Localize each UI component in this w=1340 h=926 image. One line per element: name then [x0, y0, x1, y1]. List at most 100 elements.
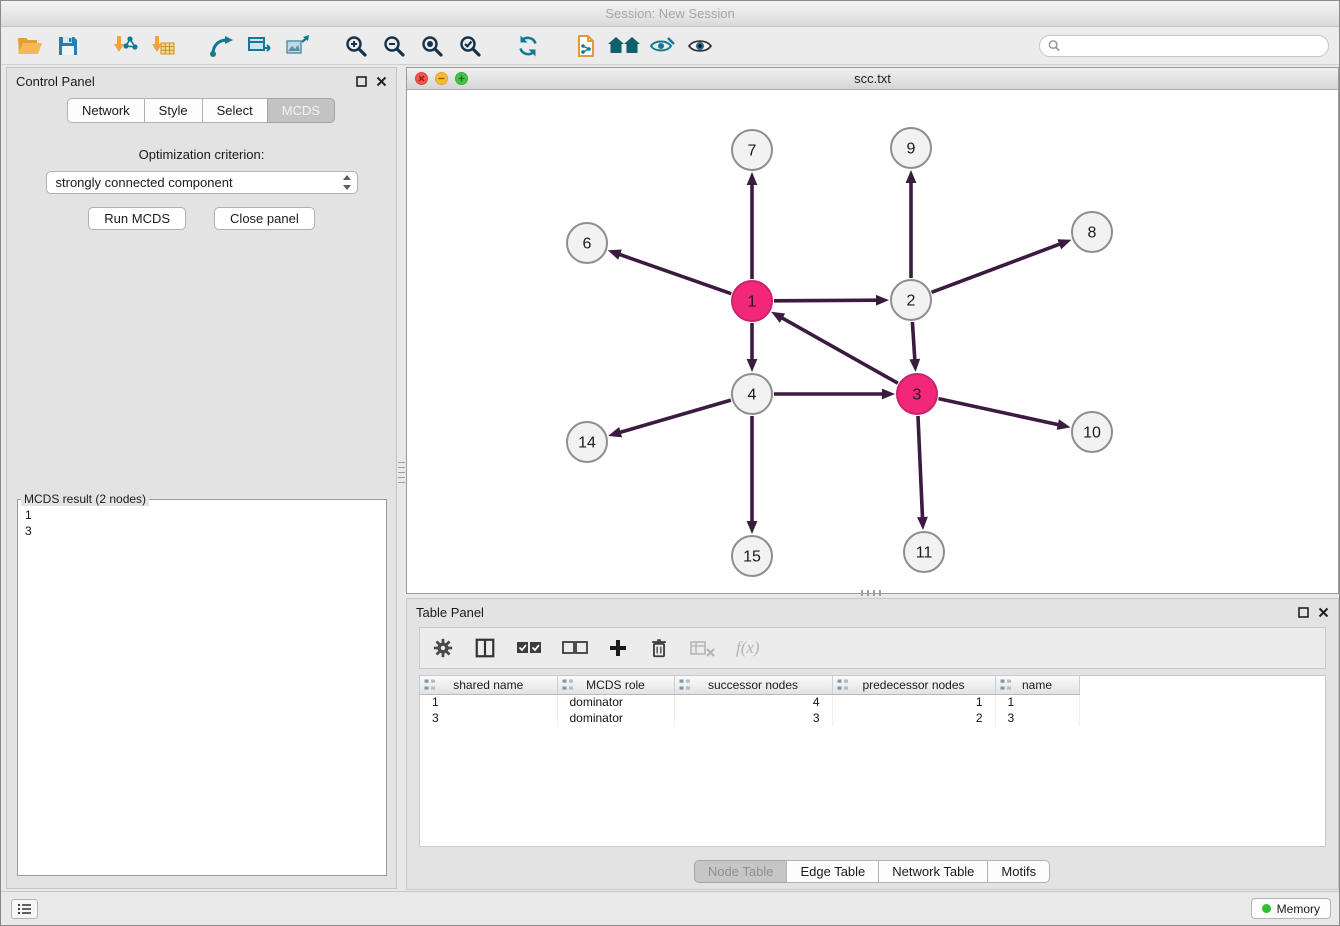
node-6[interactable]: 6	[567, 223, 607, 263]
node-2[interactable]: 2	[891, 280, 931, 320]
edge-arrowhead	[608, 427, 622, 437]
edge-1-6[interactable]	[618, 254, 731, 294]
column-header-mcds-role[interactable]: MCDS role	[557, 676, 674, 694]
edge-1-2[interactable]	[774, 300, 878, 301]
close-icon	[418, 75, 425, 82]
edge-4-14[interactable]	[619, 400, 731, 433]
delete-row-button[interactable]	[648, 637, 670, 659]
horizontal-splitter-grip[interactable]	[861, 590, 881, 596]
column-header-successor-nodes[interactable]: successor nodes	[674, 676, 832, 694]
first-neighbors-button[interactable]	[605, 30, 643, 62]
edge-3-10[interactable]	[938, 399, 1059, 425]
table-cell: dominator	[557, 710, 674, 726]
memory-status-dot	[1262, 904, 1271, 913]
task-history-button[interactable]	[11, 899, 38, 919]
zoom-fit-button[interactable]	[413, 30, 451, 62]
tab-network[interactable]: Network	[67, 98, 145, 123]
export-network-button[interactable]	[203, 30, 241, 62]
close-panel-icon[interactable]	[376, 76, 387, 87]
close-panel-button[interactable]: Close panel	[214, 207, 315, 230]
table-row[interactable]: 3dominator323	[420, 710, 1079, 726]
vertical-splitter-grip[interactable]	[398, 462, 405, 484]
node-10[interactable]: 10	[1072, 412, 1112, 452]
tab-mcds[interactable]: MCDS	[267, 98, 335, 123]
tab-motifs[interactable]: Motifs	[987, 860, 1050, 883]
float-panel-icon[interactable]	[1298, 607, 1309, 618]
tab-select[interactable]: Select	[202, 98, 268, 123]
network-canvas[interactable]: 7 9 6 8 1 2 4 3 14 10 15 11	[407, 90, 1338, 593]
run-mcds-button[interactable]: Run MCDS	[88, 207, 186, 230]
node-14[interactable]: 14	[567, 422, 607, 462]
table-cell: 3	[674, 710, 832, 726]
share-network-icon	[209, 34, 235, 58]
titlebar[interactable]: Session: New Session	[1, 1, 1339, 27]
minimize-window-button[interactable]	[435, 72, 448, 85]
show-columns-button[interactable]	[474, 637, 496, 659]
select-all-button[interactable]	[516, 638, 542, 658]
export-image-button[interactable]	[279, 30, 317, 62]
table-cell: dominator	[557, 694, 674, 710]
mcds-result-list[interactable]: 13	[18, 506, 386, 540]
zoom-selected-button[interactable]	[451, 30, 489, 62]
import-table-button[interactable]	[145, 30, 183, 62]
table-row[interactable]: 1dominator411	[420, 694, 1079, 710]
zoom-window-button[interactable]	[455, 72, 468, 85]
node-3[interactable]: 3	[897, 374, 937, 414]
node-table: shared name MCDS role successor nodes prede…	[420, 676, 1080, 726]
export-document-button[interactable]	[567, 30, 605, 62]
tab-network-table[interactable]: Network Table	[878, 860, 988, 883]
import-network-button[interactable]	[107, 30, 145, 62]
sort-icon	[837, 679, 849, 691]
tab-style[interactable]: Style	[144, 98, 203, 123]
column-header-name[interactable]: name	[995, 676, 1079, 694]
folder-open-icon	[17, 35, 43, 57]
edge-3-11[interactable]	[918, 416, 923, 519]
deselect-all-button[interactable]	[562, 638, 588, 658]
column-header-shared-name[interactable]: shared name	[420, 676, 557, 694]
memory-button[interactable]: Memory	[1251, 898, 1331, 919]
node-7[interactable]: 7	[732, 130, 772, 170]
import-network-icon	[114, 34, 138, 58]
node-8[interactable]: 8	[1072, 212, 1112, 252]
search-input[interactable]	[1065, 38, 1320, 54]
open-session-button[interactable]	[11, 30, 49, 62]
table-cell: 3	[420, 710, 557, 726]
edge-2-8[interactable]	[932, 244, 1062, 293]
node-15[interactable]: 15	[732, 536, 772, 576]
edge-arrowhead	[747, 172, 758, 185]
edge-3-1[interactable]	[781, 317, 898, 383]
svg-text:9: 9	[907, 141, 916, 158]
add-row-button[interactable]	[608, 638, 628, 658]
table-settings-button[interactable]	[432, 637, 454, 659]
zoom-out-button[interactable]	[375, 30, 413, 62]
criterion-select[interactable]: strongly connected component	[46, 171, 358, 194]
close-panel-icon[interactable]	[1318, 607, 1329, 618]
edge-2-3[interactable]	[912, 322, 914, 361]
node-11[interactable]: 11	[904, 532, 944, 572]
search-box[interactable]	[1039, 35, 1329, 57]
show-graphics-details-button[interactable]	[643, 30, 681, 62]
node-4[interactable]: 4	[732, 374, 772, 414]
node-1[interactable]: 1	[732, 281, 772, 321]
column-header-label: MCDS role	[586, 678, 645, 692]
maximize-icon	[458, 75, 465, 82]
show-hide-button[interactable]	[681, 30, 719, 62]
network-window-titlebar[interactable]: scc.txt	[407, 68, 1338, 90]
float-panel-icon[interactable]	[356, 76, 367, 87]
new-network-window-button[interactable]	[241, 30, 279, 62]
node-9[interactable]: 9	[891, 128, 931, 168]
column-header-predecessor-nodes[interactable]: predecessor nodes	[832, 676, 995, 694]
svg-text:3: 3	[913, 387, 922, 404]
save-session-button[interactable]	[49, 30, 87, 62]
refresh-view-button[interactable]	[509, 30, 547, 62]
svg-text:14: 14	[578, 435, 596, 452]
tab-edge-table[interactable]: Edge Table	[786, 860, 879, 883]
zoom-in-button[interactable]	[337, 30, 375, 62]
apply-function-button[interactable]: f(x)	[736, 638, 760, 658]
sort-icon	[1000, 679, 1012, 691]
delete-table-button[interactable]	[690, 638, 716, 658]
mcds-result-title: MCDS result (2 nodes)	[21, 492, 149, 506]
close-window-button[interactable]	[415, 72, 428, 85]
tab-node-table[interactable]: Node Table	[694, 860, 788, 883]
column-header-label: predecessor nodes	[862, 678, 964, 692]
